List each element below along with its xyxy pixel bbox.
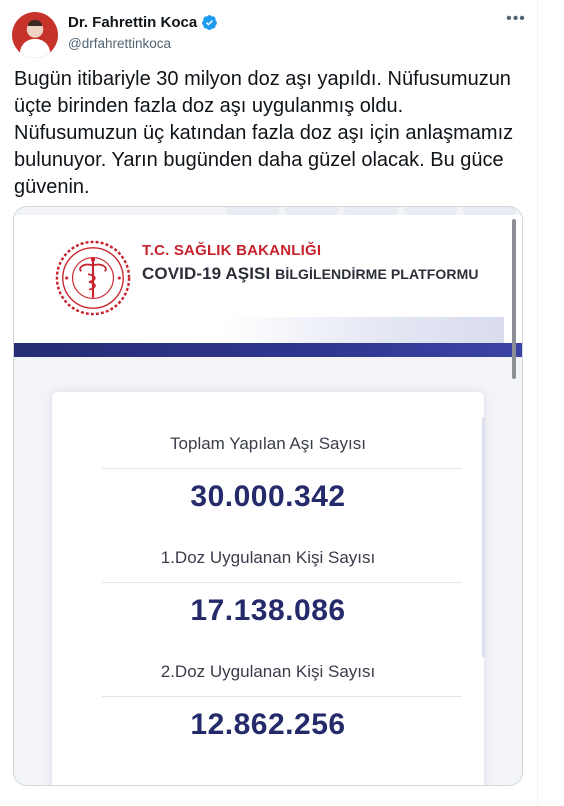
header-shade [224, 317, 504, 343]
screenshot-page: T.C. SAĞLIK BAKANLIĞI COVID-19 AŞISI BİL… [14, 207, 522, 785]
media-image[interactable]: T.C. SAĞLIK BAKANLIĞI COVID-19 AŞISI BİL… [13, 206, 523, 786]
stat-label-dose2: 2.Doz Uygulanan Kişi Sayısı [160, 662, 376, 681]
verified-badge-icon [202, 15, 218, 30]
platform-title: COVID-19 AŞISI BİLGİLENDİRME PLATFORMU [142, 264, 479, 284]
divider [102, 582, 462, 583]
platform-title-main: COVID-19 AŞISI [142, 264, 271, 283]
top-strip [226, 207, 517, 215]
tweet-text: Bugün itibariyle 30 milyon doz aşı yapıl… [14, 68, 519, 198]
tweet: Dr. Fahrettin Koca @drfahrettinkoca ••• … [0, 0, 538, 806]
stats-card: Toplam Yapılan Aşı Sayısı 30.000.342 1.D… [52, 392, 484, 785]
divider [102, 696, 462, 697]
scrollbar [512, 219, 516, 379]
stat-value-dose2: 12.862.256 [190, 708, 346, 741]
stat-value-dose1: 17.138.086 [190, 594, 346, 627]
display-name[interactable]: Dr. Fahrettin Koca [68, 14, 197, 31]
ministry-seal-icon [55, 240, 131, 316]
stat-label-dose1: 1.Doz Uygulanan Kişi Sayısı [160, 548, 376, 567]
card-rail [482, 417, 485, 657]
handle[interactable]: @drfahrettinkoca [68, 36, 171, 51]
more-horizontal-icon[interactable]: ••• [503, 11, 529, 32]
platform-title-rest: BİLGİLENDİRME PLATFORMU [275, 266, 479, 282]
divider [102, 468, 462, 469]
stat-label-total: Toplam Yapılan Aşı Sayısı [170, 434, 366, 453]
ministry-title: T.C. SAĞLIK BAKANLIĞI [142, 242, 322, 259]
avatar[interactable] [12, 12, 58, 58]
stat-value-total: 30.000.342 [190, 480, 346, 513]
navy-band [14, 343, 522, 357]
author-row: Dr. Fahrettin Koca [68, 14, 218, 31]
